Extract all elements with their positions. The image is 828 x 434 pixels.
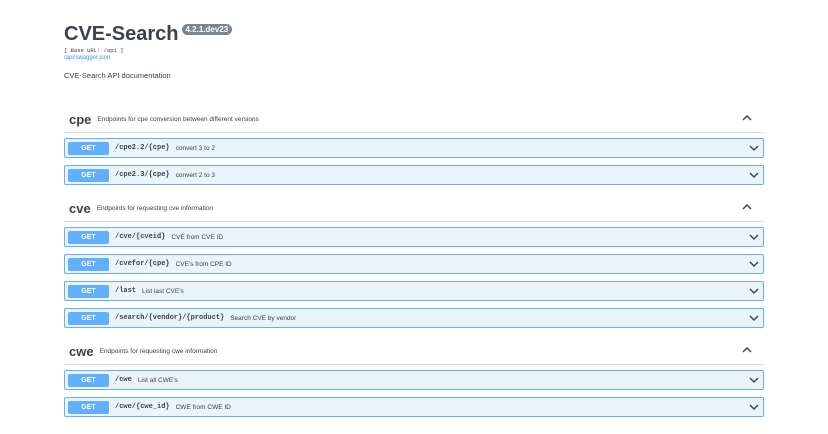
operation-path: /last xyxy=(115,287,137,295)
operation-summary: CVE's from CPE ID xyxy=(175,260,232,268)
section-cpe: cpe Endpoints for cpe conversion between… xyxy=(64,106,764,192)
operations-list: GET /cwe List all CWE's GET /cwe/{cwe_id… xyxy=(64,365,764,417)
api-description: CVE-Search API documentation xyxy=(64,71,171,80)
operation-summary: Search CVE by vendor xyxy=(230,314,297,322)
version-badge: 4.2.1.dev23 xyxy=(181,24,233,35)
chevron-down-icon[interactable] xyxy=(749,288,759,295)
operation-row[interactable]: GET /cpe2.3/{cpe} convert 2 to 3 xyxy=(64,165,764,185)
operation-path: /search/{vendor}/{product} xyxy=(115,314,225,322)
section-description: Endpoints for cpe conversion between dif… xyxy=(97,115,259,123)
chevron-down-icon[interactable] xyxy=(749,377,759,384)
section-header-cwe[interactable]: cwe Endpoints for requesting cwe informa… xyxy=(64,338,764,365)
chevron-down-icon[interactable] xyxy=(749,145,759,152)
operation-summary: CWE from CWE ID xyxy=(175,403,231,411)
operation-row[interactable]: GET /cvefor/{cpe} CVE's from CPE ID xyxy=(64,254,764,274)
method-badge: GET xyxy=(68,141,109,155)
operation-path: /cpe2.2/{cpe} xyxy=(115,144,170,152)
section-header-cpe[interactable]: cpe Endpoints for cpe conversion between… xyxy=(64,106,764,133)
chevron-up-icon[interactable] xyxy=(742,346,752,353)
operation-summary: List last CVE's xyxy=(142,287,184,295)
method-badge: GET xyxy=(68,284,109,298)
swagger-json-link[interactable]: /api/swagger.json xyxy=(64,54,764,62)
operation-path: /cpe2.3/{cpe} xyxy=(115,171,170,179)
method-badge: GET xyxy=(68,257,109,271)
operation-path: /cve/{cveid} xyxy=(115,233,166,241)
section-name: cpe xyxy=(69,111,92,127)
operation-path: /cwe xyxy=(115,376,132,384)
method-badge: GET xyxy=(68,230,109,244)
section-name: cwe xyxy=(69,343,94,359)
operation-path: /cvefor/{cpe} xyxy=(115,260,170,268)
operations-list: GET /cpe2.2/{cpe} convert 3 to 2 GET /cp… xyxy=(64,133,764,185)
operation-summary: convert 3 to 2 xyxy=(175,144,215,152)
operation-summary: List all CWE's xyxy=(137,376,178,384)
title-row: CVE-Search 4.2.1.dev23 xyxy=(64,22,764,46)
operation-row[interactable]: GET /search/{vendor}/{product} Search CV… xyxy=(64,308,764,328)
section-cwe: cwe Endpoints for requesting cwe informa… xyxy=(64,338,764,424)
section-header-cve[interactable]: cve Endpoints for requesting cve informa… xyxy=(64,195,764,222)
operation-row[interactable]: GET /cpe2.2/{cpe} convert 3 to 2 xyxy=(64,138,764,158)
method-badge: GET xyxy=(68,373,109,387)
section-name: cve xyxy=(69,200,91,216)
api-title: CVE-Search xyxy=(64,23,179,45)
method-badge: GET xyxy=(68,400,109,414)
chevron-down-icon[interactable] xyxy=(749,234,759,241)
operation-row[interactable]: GET /cwe List all CWE's xyxy=(64,370,764,390)
section-cve: cve Endpoints for requesting cve informa… xyxy=(64,195,764,335)
method-badge: GET xyxy=(68,168,109,182)
operation-row[interactable]: GET /cwe/{cwe_id} CWE from CWE ID xyxy=(64,397,764,417)
chevron-up-icon[interactable] xyxy=(742,203,752,210)
chevron-down-icon[interactable] xyxy=(749,404,759,411)
method-badge: GET xyxy=(68,311,109,325)
operation-path: /cwe/{cwe_id} xyxy=(115,403,170,411)
api-info: CVE-Search 4.2.1.dev23 [ Base URL: /api … xyxy=(64,22,764,80)
base-url: [ Base URL: /api ] xyxy=(64,47,124,54)
operation-row[interactable]: GET /cve/{cveid} CVE from CVE ID xyxy=(64,227,764,247)
operation-summary: convert 2 to 3 xyxy=(175,171,215,179)
chevron-down-icon[interactable] xyxy=(749,315,759,322)
chevron-down-icon[interactable] xyxy=(749,261,759,268)
operations-list: GET /cve/{cveid} CVE from CVE ID GET /cv… xyxy=(64,222,764,328)
chevron-up-icon[interactable] xyxy=(742,114,752,121)
operation-summary: CVE from CVE ID xyxy=(171,233,224,241)
section-description: Endpoints for requesting cwe information xyxy=(99,347,218,355)
chevron-down-icon[interactable] xyxy=(749,172,759,179)
section-description: Endpoints for requesting cve information xyxy=(96,204,214,212)
operation-row[interactable]: GET /last List last CVE's xyxy=(64,281,764,301)
